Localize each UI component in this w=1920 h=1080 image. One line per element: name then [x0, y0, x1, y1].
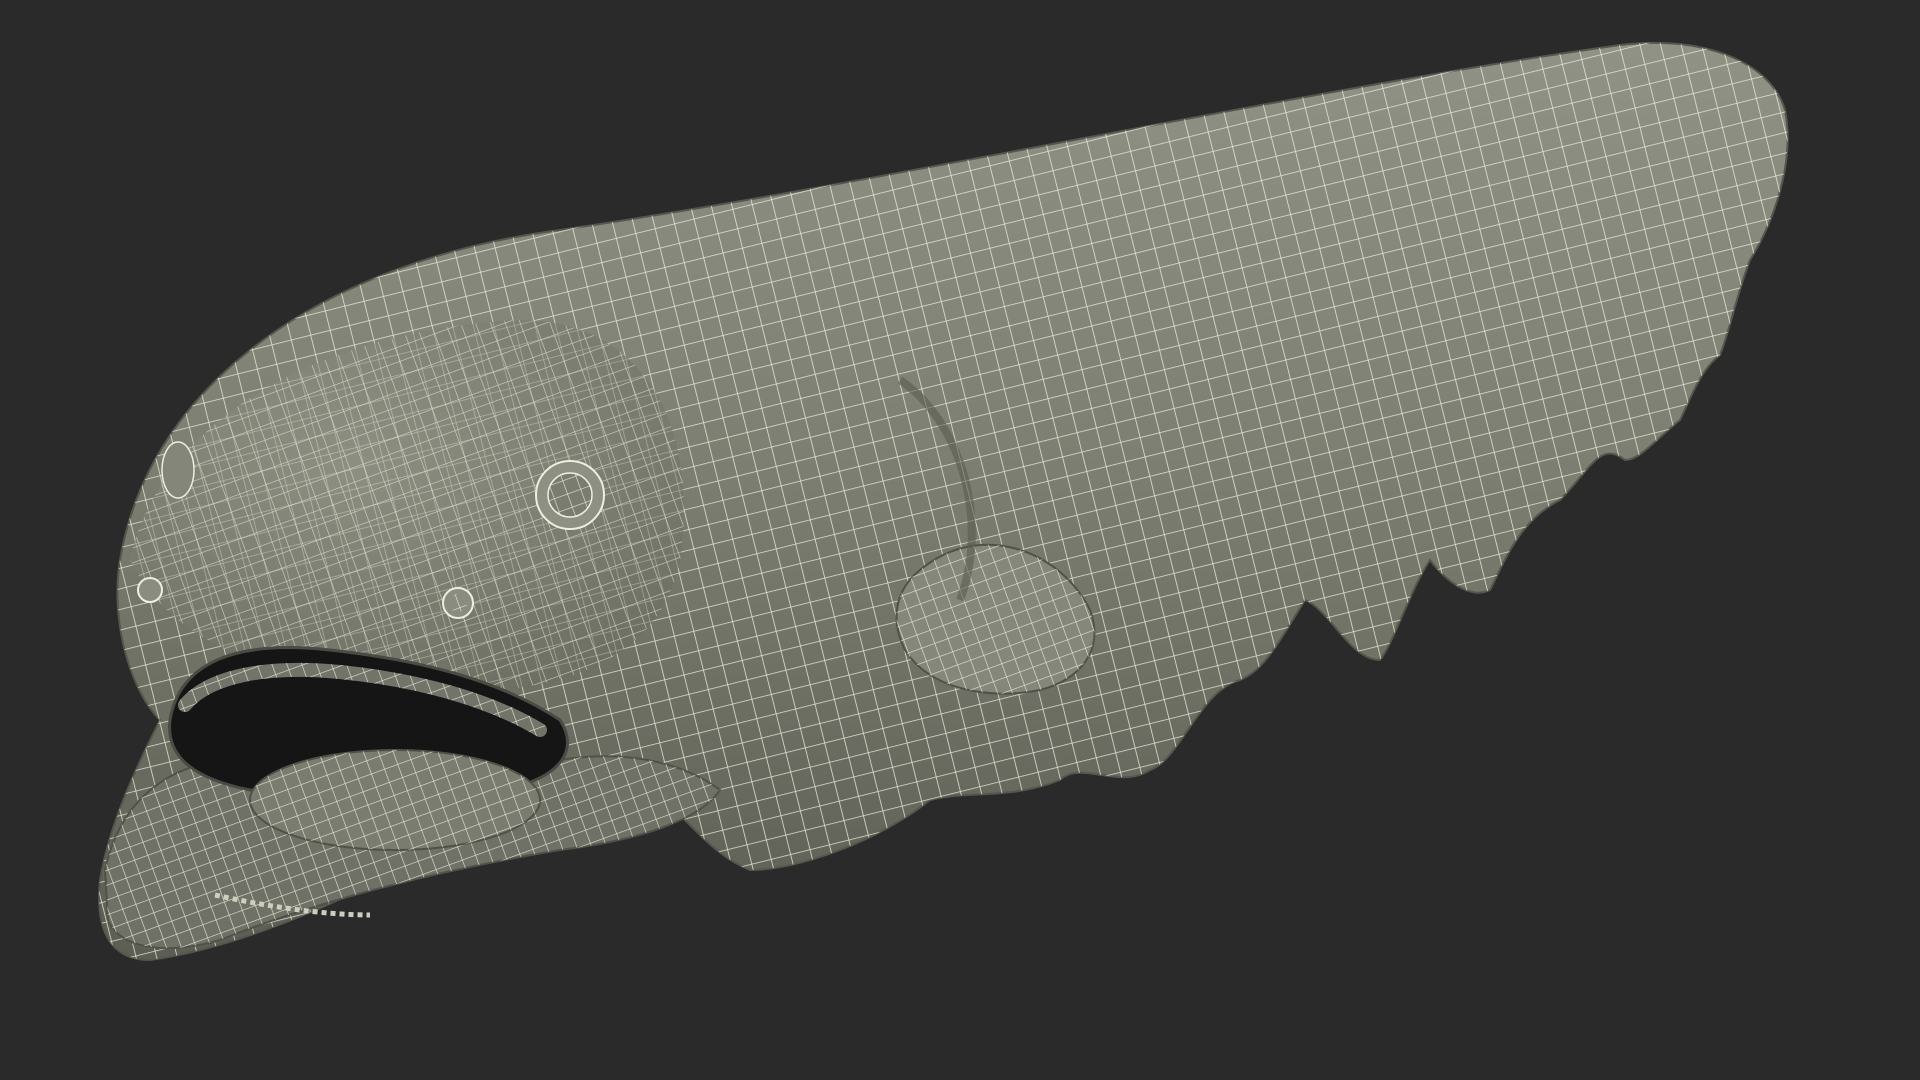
tongue: [249, 749, 541, 851]
nostril: [442, 587, 474, 619]
viewport-canvas: [0, 0, 1920, 1080]
eye: [535, 460, 605, 530]
